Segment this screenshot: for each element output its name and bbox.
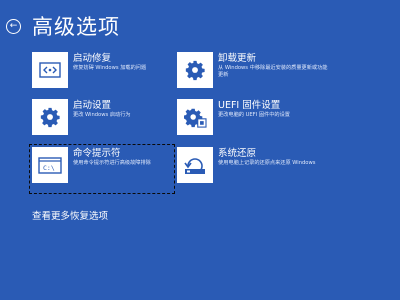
back-button[interactable]: ← — [6, 19, 21, 34]
tile-description: 更改 Windows 启动行为 — [73, 112, 131, 118]
firmware-gear-icon — [177, 99, 213, 135]
tile-uninstall-updates[interactable]: 卸载更新 从 Windows 中移除最近安装的质量更新或功能更新 — [177, 52, 327, 96]
tile-title: 启动修复 — [73, 53, 112, 64]
tile-description: 使用命令提示符进行高级故障排除 — [73, 160, 151, 166]
svg-text:C:\: C:\ — [43, 164, 55, 172]
tile-system-restore[interactable]: 系统还原 使用电脑上记录的还原点来还原 Windows — [177, 147, 317, 191]
tile-title: 卸载更新 — [218, 53, 257, 64]
tile-description: 修复妨碍 Windows 加载的问题 — [73, 65, 147, 71]
tile-title: 启动设置 — [73, 100, 112, 111]
tile-title: 命令提示符 — [73, 148, 121, 159]
gear-icon — [32, 99, 68, 135]
tile-startup-settings[interactable]: 启动设置 更改 Windows 启动行为 — [32, 99, 172, 143]
tile-description: 使用电脑上记录的还原点来还原 Windows — [218, 160, 316, 166]
tile-command-prompt[interactable]: C:\ 命令提示符 使用命令提示符进行高级故障排除 — [29, 144, 175, 194]
system-restore-icon — [177, 147, 213, 183]
gear-icon — [177, 52, 213, 88]
command-prompt-icon: C:\ — [32, 147, 68, 183]
tile-description: 更改电脑的 UEFI 固件中的设置 — [218, 112, 290, 118]
more-recovery-options-link[interactable]: 查看更多恢复选项 — [32, 208, 108, 222]
tile-title: 系统还原 — [218, 148, 257, 159]
startup-repair-icon — [32, 52, 68, 88]
tile-uefi-firmware-settings[interactable]: UEFI 固件设置 更改电脑的 UEFI 固件中的设置 — [177, 99, 317, 143]
back-arrow-icon: ← — [9, 21, 18, 31]
tile-description: 从 Windows 中移除最近安装的质量更新或功能更新 — [218, 65, 328, 78]
tile-startup-repair[interactable]: 启动修复 修复妨碍 Windows 加载的问题 — [32, 52, 172, 96]
page-title: 高级选项 — [32, 15, 120, 39]
tile-title: UEFI 固件设置 — [218, 100, 281, 111]
